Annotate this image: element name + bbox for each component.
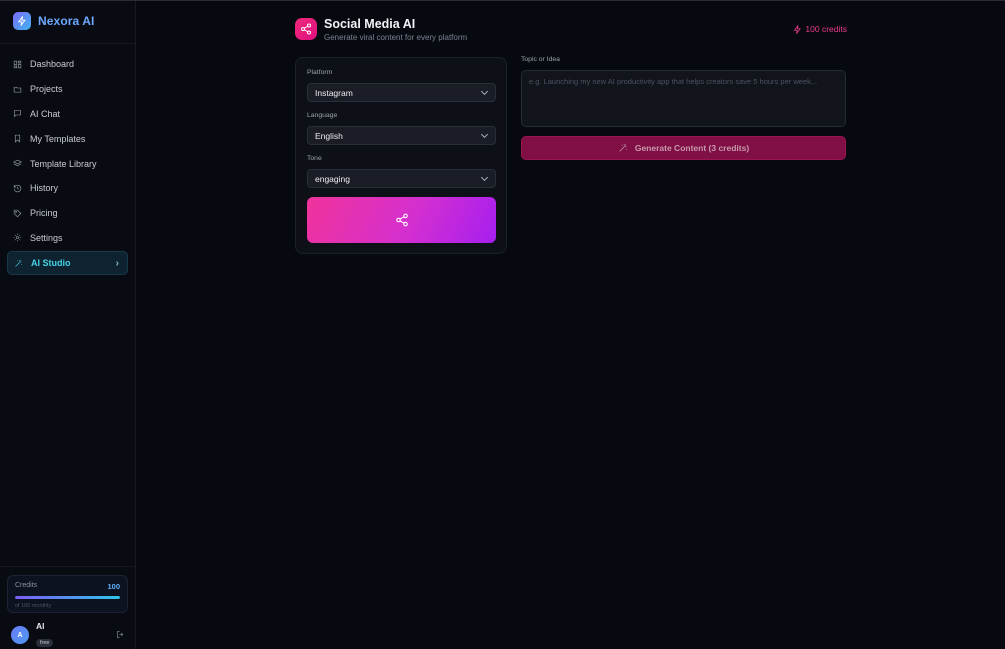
history-icon: [13, 184, 22, 192]
divider: [0, 43, 136, 44]
brand[interactable]: Nexora AI: [13, 12, 94, 30]
plan-badge: free: [36, 639, 54, 647]
user-profile[interactable]: A Al free: [11, 621, 125, 649]
chat-icon: [14, 110, 21, 118]
sidebar-item-history[interactable]: History: [7, 176, 128, 201]
logout-icon[interactable]: [116, 630, 125, 641]
page-subtitle: Generate viral content for every platfor…: [324, 33, 468, 42]
wand-icon: [619, 144, 627, 152]
sidebar-item-label: Template Library: [30, 158, 97, 169]
sidebar-item-ai-chat[interactable]: AI Chat: [7, 102, 128, 127]
sidebar-item-label: Settings: [30, 232, 63, 243]
platform-label: Platform: [307, 69, 333, 76]
credits-progress: [15, 596, 120, 599]
platform-select-value: Instagram: [315, 87, 353, 98]
chevron-down-icon: [480, 173, 489, 182]
avatar: A: [11, 626, 29, 644]
folder-icon: [13, 86, 22, 93]
sidebar-item-label: My Templates: [30, 133, 86, 144]
credits-progress-fill: [15, 596, 120, 599]
sidebar-item-settings[interactable]: Settings: [7, 226, 128, 251]
sidebar-item-label: AI Studio: [31, 258, 71, 269]
sidebar-nav: Dashboard Projects AI Chat My Templates …: [7, 52, 128, 276]
bookmark-icon: [14, 135, 21, 143]
topic-input[interactable]: [521, 70, 846, 127]
bolt-icon: [13, 12, 31, 30]
dashboard-icon: [13, 60, 22, 69]
gear-icon: [13, 234, 22, 242]
settings-panel: Platform Instagram Language English Tone…: [295, 57, 507, 254]
sidebar-item-template-library[interactable]: Template Library: [7, 151, 128, 176]
sidebar-item-ai-studio[interactable]: AI Studio ›: [7, 251, 128, 276]
bolt-icon: [794, 24, 802, 34]
page-title: Social Media AI: [324, 17, 416, 31]
generate-button-label: Generate Content (3 credits): [634, 143, 750, 153]
credits-card[interactable]: Credits 100 of 100 monthly: [7, 575, 128, 613]
chevron-right-icon: ›: [115, 257, 119, 269]
tone-select-value: engaging: [315, 173, 350, 184]
share-icon: [395, 213, 408, 227]
brand-name: Nexora AI: [38, 14, 95, 28]
tone-select[interactable]: engaging: [307, 169, 496, 188]
generate-content-button[interactable]: Generate Content (3 credits): [521, 136, 846, 160]
credits-subtext: of 100 monthly: [15, 603, 52, 609]
app-frame: Nexora AI Dashboard Projects AI Chat My …: [0, 0, 1005, 649]
sidebar-item-my-templates[interactable]: My Templates: [7, 126, 128, 151]
sidebar-item-projects[interactable]: Projects: [7, 77, 128, 102]
language-select[interactable]: English: [307, 126, 496, 145]
sidebar-item-dashboard[interactable]: Dashboard: [7, 52, 128, 77]
chevron-down-icon: [480, 130, 489, 139]
credits-badge: 100 credits: [793, 24, 847, 34]
sidebar-item-label: History: [30, 183, 59, 194]
tone-label: Tone: [307, 155, 322, 162]
platform-select[interactable]: Instagram: [307, 83, 496, 102]
language-label: Language: [307, 112, 338, 119]
share-icon: [295, 18, 317, 40]
credits-badge-text: 100 credits: [805, 24, 847, 34]
sidebar-item-label: AI Chat: [30, 108, 61, 119]
credits-label: Credits: [15, 582, 38, 589]
sidebar-item-pricing[interactable]: Pricing: [7, 201, 128, 226]
tag-icon: [13, 209, 22, 217]
topic-label: Topic or Idea: [521, 56, 560, 63]
sidebar-item-label: Projects: [30, 84, 63, 95]
sidebar: Nexora AI Dashboard Projects AI Chat My …: [0, 1, 136, 649]
credits-value: 100: [107, 582, 120, 591]
platform-share-button[interactable]: [307, 197, 496, 243]
wand-icon: [15, 260, 22, 267]
user-name: Al: [36, 621, 45, 631]
divider: [0, 566, 136, 567]
chevron-down-icon: [480, 87, 489, 96]
sidebar-item-label: Pricing: [30, 208, 58, 219]
language-select-value: English: [315, 130, 343, 141]
layers-icon: [13, 159, 22, 167]
sidebar-item-label: Dashboard: [30, 59, 75, 70]
